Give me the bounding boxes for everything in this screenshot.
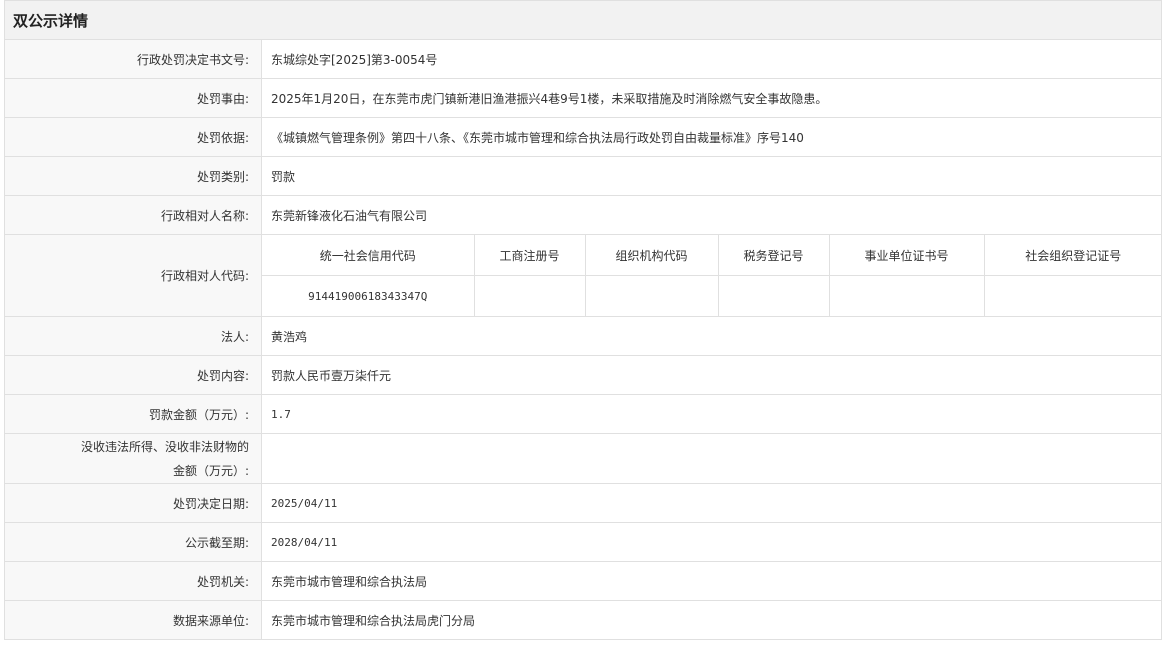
field-label-legal-person: 法人: bbox=[4, 316, 262, 356]
field-label-data-source: 数据来源单位: bbox=[4, 600, 262, 640]
field-value-publicity-deadline: 2028/04/11 bbox=[261, 522, 1162, 562]
field-label-penalty-content: 处罚内容: bbox=[4, 355, 262, 395]
field-value-penalty-reason: 2025年1月20日，在东莞市虎门镇新港旧渔港振兴4巷9号1楼，未采取措施及时消… bbox=[261, 78, 1162, 118]
codes-value-tax-reg bbox=[718, 275, 830, 316]
codes-value-institution-cert bbox=[829, 275, 985, 316]
page-title: 双公示详情 bbox=[4, 0, 1162, 39]
table-row: 行政相对人名称: 东莞新锋液化石油气有限公司 bbox=[4, 195, 1162, 235]
codes-header-social-org-reg: 社会组织登记证号 bbox=[984, 235, 1162, 276]
codes-header-tax-reg: 税务登记号 bbox=[718, 235, 830, 276]
codes-value-business-reg bbox=[474, 275, 586, 316]
field-value-penalty-authority: 东莞市城市管理和综合执法局 bbox=[261, 561, 1162, 601]
codes-header-org-code: 组织机构代码 bbox=[585, 235, 719, 276]
codes-header-row: 统一社会信用代码 工商注册号 组织机构代码 税务登记号 事业单位证书号 社会组织… bbox=[262, 235, 1162, 276]
field-label-fine-amount: 罚款金额（万元）: bbox=[4, 394, 262, 434]
codes-header-credit-code: 统一社会信用代码 bbox=[262, 235, 475, 276]
table-row: 数据来源单位: 东莞市城市管理和综合执法局虎门分局 bbox=[4, 600, 1162, 640]
field-label-party-codes: 行政相对人代码: bbox=[4, 234, 262, 317]
field-label-party-name: 行政相对人名称: bbox=[4, 195, 262, 235]
table-row: 法人: 黄浩鸡 bbox=[4, 316, 1162, 356]
table-row: 罚款金额（万元）: 1.7 bbox=[4, 394, 1162, 434]
field-label-penalty-authority: 处罚机关: bbox=[4, 561, 262, 601]
party-codes-cell: 统一社会信用代码 工商注册号 组织机构代码 税务登记号 事业单位证书号 社会组织… bbox=[261, 234, 1162, 317]
field-value-party-name: 东莞新锋液化石油气有限公司 bbox=[261, 195, 1162, 235]
codes-value-row: 91441900618343347Q bbox=[262, 275, 1162, 317]
party-codes-table: 统一社会信用代码 工商注册号 组织机构代码 税务登记号 事业单位证书号 社会组织… bbox=[262, 235, 1162, 316]
table-row: 行政处罚决定书文号: 东城综处字[2025]第3-0054号 bbox=[4, 39, 1162, 79]
table-row: 公示截至期: 2028/04/11 bbox=[4, 522, 1162, 562]
field-value-penalty-content: 罚款人民币壹万柒仟元 bbox=[261, 355, 1162, 395]
codes-value-credit-code: 91441900618343347Q bbox=[262, 275, 475, 316]
field-label-confiscation-line2: 金额（万元）: bbox=[172, 463, 249, 478]
field-value-penalty-basis: 《城镇燃气管理条例》第四十八条、《东莞市城市管理和综合执法局行政处罚自由裁量标准… bbox=[261, 117, 1162, 157]
table-row: 处罚事由: 2025年1月20日，在东莞市虎门镇新港旧渔港振兴4巷9号1楼，未采… bbox=[4, 78, 1162, 118]
table-row: 处罚依据: 《城镇燃气管理条例》第四十八条、《东莞市城市管理和综合执法局行政处罚… bbox=[4, 117, 1162, 157]
detail-panel: 双公示详情 行政处罚决定书文号: 东城综处字[2025]第3-0054号 处罚事… bbox=[4, 0, 1162, 640]
field-label-publicity-deadline: 公示截至期: bbox=[4, 522, 262, 562]
field-label-decision-date: 处罚决定日期: bbox=[4, 483, 262, 523]
field-label-penalty-reason: 处罚事由: bbox=[4, 78, 262, 118]
codes-value-org-code bbox=[585, 275, 719, 316]
field-value-legal-person: 黄浩鸡 bbox=[261, 316, 1162, 356]
codes-header-business-reg: 工商注册号 bbox=[474, 235, 586, 276]
field-value-decision-date: 2025/04/11 bbox=[261, 483, 1162, 523]
codes-value-social-org-reg bbox=[984, 276, 1162, 317]
table-row: 处罚决定日期: 2025/04/11 bbox=[4, 483, 1162, 523]
table-row-party-codes: 行政相对人代码: 统一社会信用代码 工商注册号 组织机构代码 税务登记号 事业单… bbox=[4, 234, 1162, 317]
table-row: 处罚类别: 罚款 bbox=[4, 156, 1162, 196]
field-value-confiscation bbox=[261, 433, 1162, 484]
field-label-decision-number: 行政处罚决定书文号: bbox=[4, 39, 262, 79]
field-label-penalty-basis: 处罚依据: bbox=[4, 117, 262, 157]
detail-table: 行政处罚决定书文号: 东城综处字[2025]第3-0054号 处罚事由: 202… bbox=[4, 39, 1162, 640]
table-row: 没收违法所得、没收非法财物的 金额（万元）: bbox=[4, 433, 1162, 484]
field-value-data-source: 东莞市城市管理和综合执法局虎门分局 bbox=[261, 600, 1162, 640]
field-value-penalty-type: 罚款 bbox=[261, 156, 1162, 196]
field-label-penalty-type: 处罚类别: bbox=[4, 156, 262, 196]
table-row: 处罚内容: 罚款人民币壹万柒仟元 bbox=[4, 355, 1162, 395]
table-row: 处罚机关: 东莞市城市管理和综合执法局 bbox=[4, 561, 1162, 601]
field-value-fine-amount: 1.7 bbox=[261, 394, 1162, 434]
codes-header-institution-cert: 事业单位证书号 bbox=[829, 235, 985, 276]
field-label-confiscation-line1: 没收违法所得、没收非法财物的 bbox=[80, 439, 249, 454]
field-value-decision-number: 东城综处字[2025]第3-0054号 bbox=[261, 39, 1162, 79]
field-label-confiscation: 没收违法所得、没收非法财物的 金额（万元）: bbox=[4, 433, 262, 484]
